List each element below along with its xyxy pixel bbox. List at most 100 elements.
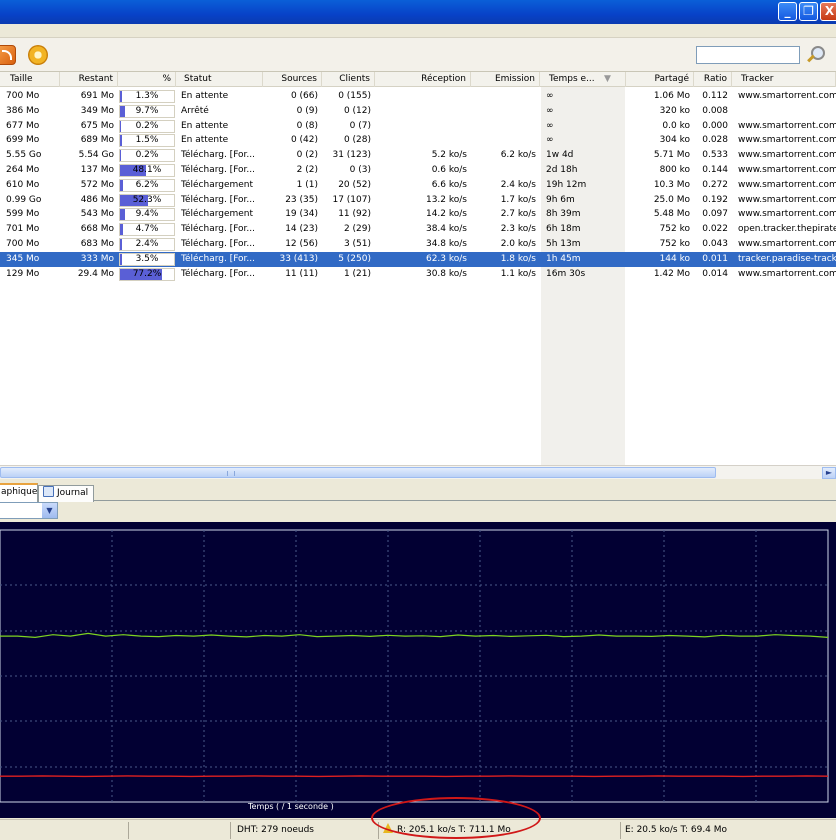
cell-reception (375, 104, 471, 119)
column-header-restant[interactable]: Restant (60, 72, 118, 87)
tab-journal[interactable]: Journal (38, 485, 94, 502)
column-label: Emission (494, 74, 535, 84)
cell-emission (471, 104, 540, 119)
scrollbar-grip-icon (227, 471, 235, 476)
restore-button[interactable]: ❐ (799, 2, 818, 21)
cell-taille: 610 Mo (6, 179, 40, 190)
warning-icon (383, 823, 393, 833)
cell-sources: 0 (9) (296, 105, 318, 116)
table-row[interactable]: 129 Mo 29.4 Mo Télécharg. [For... 11 (11) 1 … (0, 267, 836, 282)
column-header-tracker[interactable]: Tracker (732, 72, 836, 87)
graph-canvas (0, 529, 829, 803)
cell-statut: Téléchargement (181, 209, 254, 220)
cell-restant: 486 Mo (80, 194, 114, 205)
cell-sources: 23 (35) (285, 194, 318, 205)
column-header-clients[interactable]: Clients (322, 72, 375, 87)
preferences-icon[interactable] (28, 45, 48, 65)
cell-statut: Télécharg. [For... (181, 268, 256, 279)
cell-partage: 1.06 Mo (653, 91, 690, 101)
cell-partage: 25.0 Mo (653, 194, 690, 205)
cell-statut: Télécharg. [For... (181, 224, 256, 235)
cell-emission: 2.7 ko/s (500, 209, 536, 220)
progress-bar: 6.2% (119, 178, 175, 192)
cell-temps: ∞ (546, 135, 554, 146)
cell-reception: 30.8 ko/s (425, 268, 467, 279)
cell-reception: 5.2 ko/s (431, 150, 467, 161)
table-row[interactable]: 599 Mo 543 Mo Téléchargement 19 (34) 11 (92)… (0, 207, 836, 222)
menu-bar (0, 24, 836, 38)
scroll-right-arrow-icon[interactable]: ► (822, 467, 836, 479)
cell-temps: 1h 45m (546, 253, 581, 264)
table-row[interactable]: 5.55 Go 5.54 Go Télécharg. [For... 0 (2) 31 … (0, 148, 836, 163)
column-header-taille[interactable]: Taille (0, 72, 60, 87)
cell-reception: 62.3 ko/s (425, 253, 467, 264)
column-header-reception[interactable]: Réception (375, 72, 471, 87)
horizontal-scrollbar[interactable]: ► (0, 465, 836, 479)
table-row[interactable]: 345 Mo 333 Mo Télécharg. [For... 33 (413) 5 … (0, 251, 836, 267)
tab-graphique[interactable]: aphique (0, 483, 38, 502)
table-row[interactable]: 0.99 Go 486 Mo Télécharg. [For... 23 (35) 17… (0, 193, 836, 208)
cell-ratio: 0.022 (702, 224, 728, 235)
cell-statut: Télécharg. [For... (181, 150, 256, 161)
graph-frame (0, 529, 829, 803)
cell-taille: 677 Mo (6, 120, 40, 131)
cell-partage: 320 ko (659, 105, 690, 116)
cell-partage: 5.48 Mo (653, 209, 690, 220)
cell-ratio: 0.011 (702, 253, 728, 264)
table-row[interactable]: 610 Mo 572 Mo Téléchargement 1 (1) 20 (52) 6.… (0, 178, 836, 193)
cell-sources: 11 (11) (285, 268, 318, 279)
rss-icon[interactable] (0, 45, 16, 65)
column-header-percent[interactable]: % (118, 72, 176, 87)
cell-tracker: www.smartorrent.com (738, 120, 836, 131)
status-reception[interactable]: R: 205.1 ko/s T: 711.1 Mo (378, 822, 620, 839)
graph-select[interactable]: ▼ (0, 502, 58, 519)
column-header-ratio[interactable]: Ratio (694, 72, 732, 87)
scrollbar-thumb[interactable] (0, 467, 716, 478)
table-row[interactable]: 700 Mo 683 Mo Télécharg. [For... 12 (56) 3 (… (0, 237, 836, 252)
cell-percent: 1.5% (135, 135, 159, 146)
cell-temps: 2d 18h (546, 165, 578, 175)
cell-taille: 5.55 Go (6, 150, 42, 161)
table-row[interactable]: 386 Mo 349 Mo Arrêté 0 (9) 0 (12) ∞ 320 ko 0.00… (0, 104, 836, 119)
cell-tracker: www.smartorrent.com (738, 179, 836, 190)
cell-percent: 6.2% (135, 179, 159, 190)
minimize-button[interactable]: _ (778, 2, 797, 21)
cell-clients: 0 (28) (343, 135, 371, 146)
column-header-sources[interactable]: Sources (263, 72, 322, 87)
cell-taille: 264 Mo (6, 165, 40, 175)
cell-taille: 700 Mo (6, 91, 40, 101)
status-dht-text: DHT: 279 noeuds (237, 825, 314, 835)
column-header-partage[interactable]: Partagé (626, 72, 694, 87)
table-row[interactable]: 701 Mo 668 Mo Télécharg. [For... 14 (23) 2 (… (0, 222, 836, 237)
search-input[interactable] (696, 46, 800, 64)
speed-graph: Temps ( / 1 seconde ) (0, 522, 836, 818)
cell-emission (471, 133, 540, 148)
cell-emission: 1.7 ko/s (500, 194, 536, 205)
progress-bar: 4.7% (119, 223, 175, 237)
column-label: Clients (339, 74, 370, 84)
cell-reception: 38.4 ko/s (425, 224, 467, 235)
download-speed-line (0, 632, 829, 639)
cell-taille: 700 Mo (6, 239, 40, 249)
cell-tracker: www.smartorrent.com (738, 194, 836, 205)
column-header-temps[interactable]: Temps e... ▼ (540, 72, 626, 87)
status-dht: DHT: 279 noeuds (230, 822, 378, 839)
cell-temps: 1w 4d (546, 150, 574, 161)
table-row[interactable]: 699 Mo 689 Mo En attente 0 (42) 0 (28) ∞ 304 k… (0, 133, 836, 148)
column-header-emission[interactable]: Emission (471, 72, 540, 87)
cell-restant: 689 Mo (80, 135, 114, 146)
cell-temps: 19h 12m (546, 179, 587, 190)
cell-statut: Arrêté (181, 105, 209, 116)
table-row[interactable]: 264 Mo 137 Mo Télécharg. [For... 2 (2) 0 (3)… (0, 163, 836, 178)
chevron-down-icon[interactable]: ▼ (42, 503, 57, 518)
tab-label: Journal (57, 488, 89, 498)
search-icon[interactable] (804, 44, 826, 66)
table-row[interactable]: 700 Mo 691 Mo En attente 0 (66) 0 (155) ∞ 1.06… (0, 89, 836, 104)
cell-temps: ∞ (546, 91, 554, 101)
close-button[interactable]: X (820, 2, 836, 21)
table-row[interactable]: 677 Mo 675 Mo En attente 0 (8) 0 (7) ∞ 0.0 ko 0… (0, 119, 836, 134)
column-header-statut[interactable]: Statut (176, 72, 263, 87)
cell-temps: 16m 30s (546, 268, 586, 279)
cell-restant: 691 Mo (80, 91, 114, 101)
cell-percent: 1.3% (135, 91, 159, 101)
